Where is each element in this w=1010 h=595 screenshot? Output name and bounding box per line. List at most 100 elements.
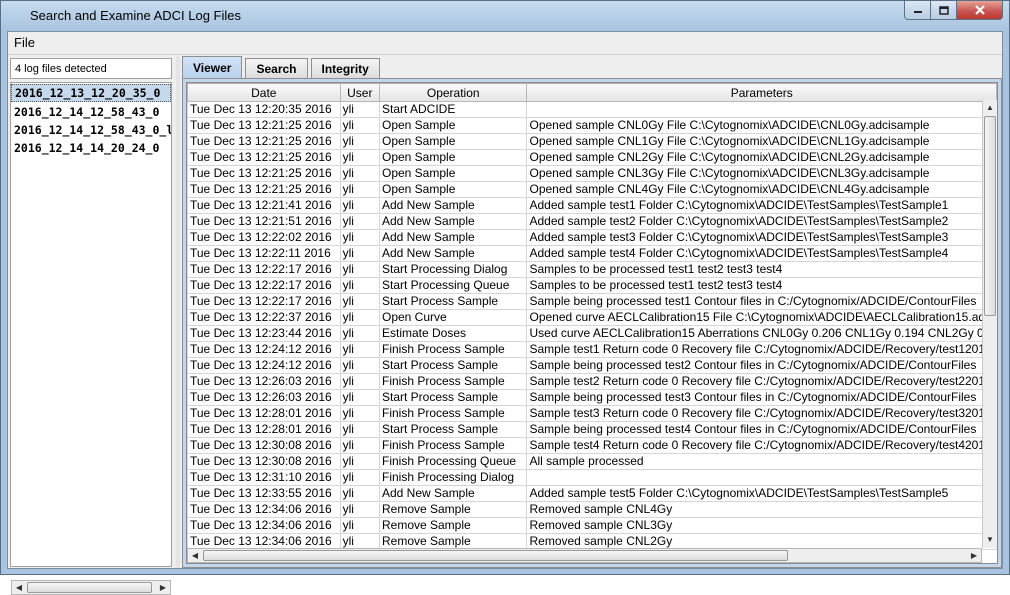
tab-bar: Viewer Search Integrity [182, 56, 383, 78]
tab-search[interactable]: Search [245, 58, 308, 78]
column-header-user[interactable]: User [339, 83, 380, 102]
file-list-hscrollbar[interactable]: ◀ ▶ [11, 580, 171, 595]
table-cell-operation: Finish Process Sample [378, 373, 528, 390]
table-cell-parameters: Sample being processed test4 Contour fil… [526, 421, 997, 438]
table-row[interactable]: Tue Dec 13 12:26:03 2016 yli Finish Proces… [187, 373, 997, 390]
split-pane-divider[interactable] [176, 56, 180, 568]
log-file-item[interactable]: 2016_12_13_12_20_35_0 [11, 84, 171, 102]
column-header-parameters[interactable]: Parameters [526, 83, 997, 102]
scroll-left-icon[interactable]: ◀ [12, 581, 26, 594]
title-bar[interactable]: Search and Examine ADCI Log Files [1, 1, 1009, 31]
table-row[interactable]: Tue Dec 13 12:34:06 2016 yli Remove Sample… [187, 517, 997, 534]
table-cell-operation: Open Sample [378, 117, 528, 134]
table-cell-user: yli [339, 405, 380, 422]
table-row[interactable]: Tue Dec 13 12:22:11 2016 yli Add New Sampl… [187, 245, 997, 262]
table-row[interactable]: Tue Dec 13 12:21:25 2016 yli Open Sample Op… [187, 181, 997, 198]
table-cell-operation: Add New Sample [378, 229, 528, 246]
table-cell-user: yli [339, 133, 380, 150]
table-hscrollbar[interactable]: ◀ ▶ [187, 548, 982, 563]
table-row[interactable]: Tue Dec 13 12:28:01 2016 yli Start Process… [187, 421, 997, 438]
table-cell-user: yli [339, 469, 380, 486]
table-cell-user: yli [339, 229, 380, 246]
log-file-panel: 4 log files detected 2016_12_13_12_20_35… [8, 56, 174, 595]
table-cell-parameters: Sample being processed test2 Contour fil… [526, 357, 997, 374]
table-cell-date: Tue Dec 13 12:21:51 2016 [187, 213, 341, 230]
table-row[interactable]: Tue Dec 13 12:30:08 2016 yli Finish Proces… [187, 437, 997, 454]
table-cell-user: yli [339, 293, 380, 310]
table-cell-operation: Finish Processing Dialog [378, 469, 528, 486]
table-cell-date: Tue Dec 13 12:22:17 2016 [187, 261, 341, 278]
table-cell-date: Tue Dec 13 12:22:37 2016 [187, 309, 341, 326]
table-row[interactable]: Tue Dec 13 12:21:51 2016 yli Add New Sampl… [187, 213, 997, 230]
scroll-left-icon[interactable]: ◀ [188, 549, 202, 562]
table-row[interactable]: Tue Dec 13 12:22:17 2016 yli Start Process… [187, 261, 997, 278]
table-row[interactable]: Tue Dec 13 12:28:01 2016 yli Finish Proces… [187, 405, 997, 422]
scroll-down-icon[interactable]: ▼ [983, 533, 997, 546]
table-cell-date: Tue Dec 13 12:23:44 2016 [187, 325, 341, 342]
close-button[interactable] [957, 1, 1003, 20]
table-cell-date: Tue Dec 13 12:34:06 2016 [187, 501, 341, 518]
menu-file[interactable]: File [14, 35, 35, 50]
tab-viewer[interactable]: Viewer [182, 56, 243, 78]
table-row[interactable]: Tue Dec 13 12:24:12 2016 yli Finish Proces… [187, 341, 997, 358]
log-file-item[interactable]: 2016_12_14_12_58_43_0 [11, 103, 171, 121]
table-cell-parameters: Opened sample CNL4Gy File C:\Cytognomix\… [526, 181, 997, 198]
scroll-right-icon[interactable]: ▶ [967, 549, 981, 562]
minimize-icon [913, 11, 922, 13]
table-cell-operation: Finish Processing Queue [378, 453, 528, 470]
minimize-button[interactable] [904, 1, 931, 20]
column-header-operation[interactable]: Operation [378, 83, 528, 102]
table-row[interactable]: Tue Dec 13 12:22:17 2016 yli Start Process… [187, 293, 997, 310]
log-file-list[interactable]: 2016_12_13_12_20_35_0 2016_12_14_12_58_43… [10, 82, 172, 567]
table-row[interactable]: Tue Dec 13 12:21:25 2016 yli Open Sample Op… [187, 133, 997, 150]
log-file-item[interactable]: 2016_12_14_14_20_24_0 [11, 139, 171, 157]
table-cell-operation: Start Processing Queue [378, 277, 528, 294]
table-row[interactable]: Tue Dec 13 12:20:35 2016 yli Start ADCIDE [187, 101, 997, 118]
table-cell-parameters: Sample test3 Return code 0 Recovery file… [526, 405, 997, 422]
table-row[interactable]: Tue Dec 13 12:26:03 2016 yli Start Process… [187, 389, 997, 406]
table-cell-operation: Add New Sample [378, 197, 528, 214]
table-cell-operation: Start Process Sample [378, 389, 528, 406]
table-row[interactable]: Tue Dec 13 12:22:17 2016 yli Start Process… [187, 277, 997, 294]
table-cell-parameters: Opened sample CNL0Gy File C:\Cytognomix\… [526, 117, 997, 134]
table-row[interactable]: Tue Dec 13 12:33:55 2016 yli Add New Sampl… [187, 485, 997, 502]
table-cell-user: yli [339, 357, 380, 374]
table-row[interactable]: Tue Dec 13 12:22:37 2016 yli Open Curve Ope… [187, 309, 997, 326]
table-vscroll-thumb[interactable] [984, 116, 996, 316]
table-row[interactable]: Tue Dec 13 12:24:12 2016 yli Start Process… [187, 357, 997, 374]
scroll-up-icon[interactable]: ▲ [983, 101, 997, 114]
table-row[interactable]: Tue Dec 13 12:21:41 2016 yli Add New Sampl… [187, 197, 997, 214]
table-row[interactable]: Tue Dec 13 12:22:02 2016 yli Add New Sampl… [187, 229, 997, 246]
table-cell-operation: Start Processing Dialog [378, 261, 528, 278]
scroll-right-icon[interactable]: ▶ [156, 581, 170, 594]
table-hscroll-thumb[interactable] [203, 550, 788, 561]
table-cell-date: Tue Dec 13 12:24:12 2016 [187, 357, 341, 374]
table-row[interactable]: Tue Dec 13 12:30:08 2016 yli Finish Proces… [187, 453, 997, 470]
table-row[interactable]: Tue Dec 13 12:21:25 2016 yli Open Sample Op… [187, 117, 997, 134]
table-cell-operation: Finish Process Sample [378, 341, 528, 358]
table-cell-parameters: Samples to be processed test1 test2 test… [526, 261, 997, 278]
table-cell-operation: Open Curve [378, 309, 528, 326]
table-cell-operation: Add New Sample [378, 213, 528, 230]
file-list-hscroll-thumb[interactable] [27, 582, 152, 593]
table-cell-parameters: Opened sample CNL2Gy File C:\Cytognomix\… [526, 149, 997, 166]
table-row[interactable]: Tue Dec 13 12:23:44 2016 yli Estimate Dose… [187, 325, 997, 342]
table-cell-parameters: Opened sample CNL1Gy File C:\Cytognomix\… [526, 133, 997, 150]
window-title: Search and Examine ADCI Log Files [30, 8, 241, 23]
table-cell-operation: Open Sample [378, 133, 528, 150]
column-header-date[interactable]: Date [187, 83, 341, 102]
table-cell-parameters: Removed sample CNL4Gy [526, 501, 997, 518]
table-cell-user: yli [339, 501, 380, 518]
table-cell-parameters: Samples to be processed test1 test2 test… [526, 277, 997, 294]
tab-integrity[interactable]: Integrity [310, 58, 380, 78]
table-row[interactable]: Tue Dec 13 12:21:25 2016 yli Open Sample Op… [187, 149, 997, 166]
table-row[interactable]: Tue Dec 13 12:34:06 2016 yli Remove Sample… [187, 501, 997, 518]
log-file-item[interactable]: 2016_12_14_12_58_43_0_l [11, 121, 171, 139]
maximize-button[interactable] [931, 1, 957, 20]
table-cell-parameters: Removed sample CNL3Gy [526, 517, 997, 534]
table-cell-date: Tue Dec 13 12:20:35 2016 [187, 101, 341, 118]
table-cell-parameters: Sample being processed test3 Contour fil… [526, 389, 997, 406]
table-row[interactable]: Tue Dec 13 12:31:10 2016 yli Finish Proces… [187, 469, 997, 486]
table-row[interactable]: Tue Dec 13 12:21:25 2016 yli Open Sample Op… [187, 165, 997, 182]
table-vscrollbar[interactable]: ▲ ▼ [982, 100, 997, 548]
